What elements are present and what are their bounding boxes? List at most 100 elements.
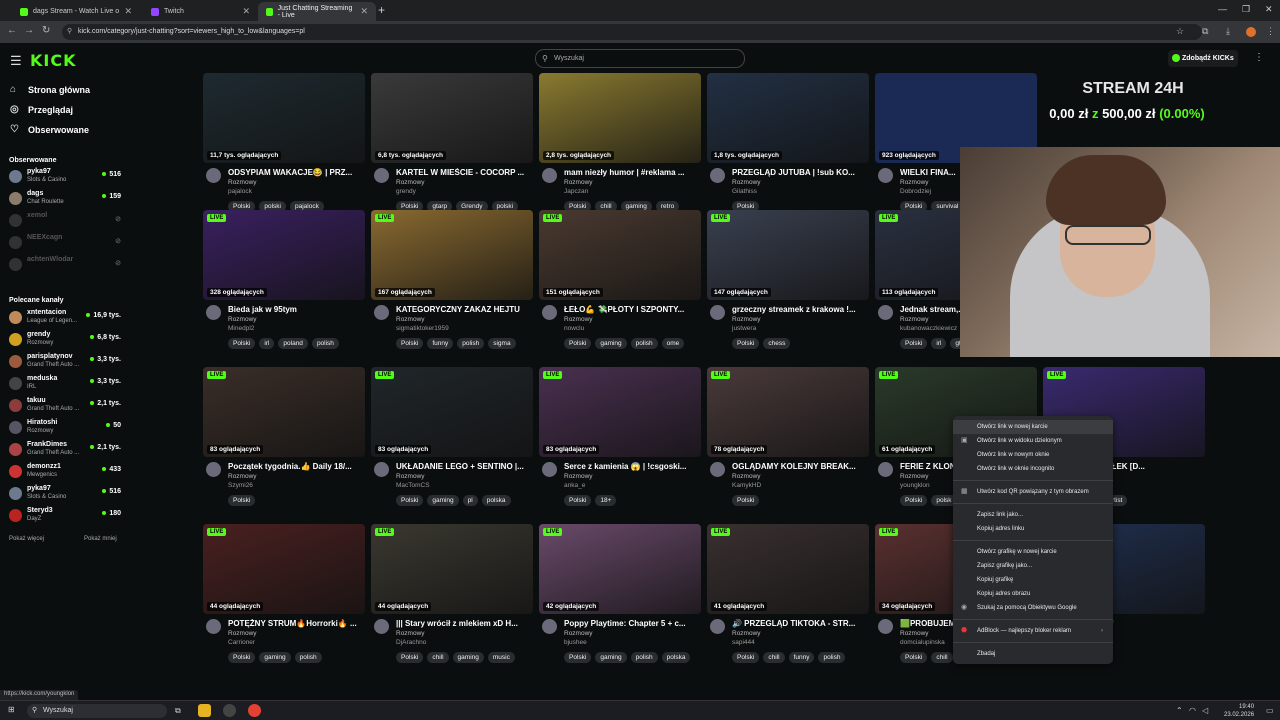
- volume-icon[interactable]: ◁: [1202, 706, 1208, 715]
- streamer-avatar[interactable]: [374, 619, 389, 634]
- stream-card[interactable]: LIVE 42 oglądających Poppy Playtime: Chapt…: [539, 524, 701, 674]
- context-menu-item[interactable]: Otwórz link w nowej karcie: [953, 420, 1113, 434]
- streamer-name[interactable]: MacTomCS: [396, 482, 430, 489]
- tag-chip[interactable]: gaming: [452, 652, 484, 663]
- stream-category[interactable]: Rozmowy: [564, 473, 593, 480]
- stream-category[interactable]: Rozmowy: [228, 316, 257, 323]
- task-view-icon[interactable]: ⧉: [175, 706, 181, 716]
- stream-category[interactable]: Rozmowy: [396, 473, 425, 480]
- stream-category[interactable]: Rozmowy: [900, 316, 929, 323]
- streamer-avatar[interactable]: [374, 305, 389, 320]
- sidebar-channel[interactable]: demonzz1 Mewgenics 433: [9, 462, 121, 482]
- clock[interactable]: 19:40 23.02.2026: [1224, 703, 1254, 719]
- extensions-icon[interactable]: ⧉: [1202, 26, 1208, 37]
- stream-title[interactable]: ||| Stary wrócił z mlekiem xD H...: [396, 619, 531, 628]
- tag-chip[interactable]: polish: [630, 652, 658, 663]
- context-menu-item[interactable]: Zapisz link jako...: [953, 508, 1113, 522]
- sidebar-channel[interactable]: achtenWlodar ⊘: [9, 255, 121, 275]
- address-bar[interactable]: ⚲ kick.com/category/just-chatting?sort=v…: [62, 24, 1202, 40]
- tag-chip[interactable]: gaming: [595, 652, 627, 663]
- stream-card[interactable]: LIVE 41 oglądających 🔊 PRZEGLĄD TIKTOKA - …: [707, 524, 869, 674]
- stream-thumbnail[interactable]: LIVE 44 oglądających: [203, 524, 365, 614]
- stream-title[interactable]: Poppy Playtime: Chapter 5 + c...: [564, 619, 699, 628]
- stream-category[interactable]: Rozmowy: [900, 473, 929, 480]
- stream-category[interactable]: Rozmowy: [732, 316, 761, 323]
- streamer-name[interactable]: Japczan: [564, 188, 588, 195]
- streamer-avatar[interactable]: [710, 305, 725, 320]
- tag-chip[interactable]: Polski: [564, 338, 592, 349]
- context-menu-item[interactable]: Kopiuj adres linku: [953, 522, 1113, 536]
- stream-title[interactable]: PRZEGLĄD JUTUBA | !sub KO...: [732, 168, 867, 177]
- sidebar-channel[interactable]: dags Chat Roulette 159: [9, 189, 121, 209]
- streamer-name[interactable]: bjushee: [564, 639, 587, 646]
- tag-chip[interactable]: Polski: [564, 495, 592, 506]
- stream-thumbnail[interactable]: LIVE 78 oglądających: [707, 367, 869, 457]
- stream-category[interactable]: Rozmowy: [732, 179, 761, 186]
- stream-thumbnail[interactable]: LIVE 328 oglądających: [203, 210, 365, 300]
- sidebar-channel[interactable]: pyka97 Slots & Casino 516: [9, 484, 121, 504]
- tag-chip[interactable]: Polski: [228, 495, 256, 506]
- stream-category[interactable]: Rozmowy: [900, 179, 929, 186]
- stream-thumbnail[interactable]: 6,8 tys. oglądających: [371, 73, 533, 163]
- bookmark-star-icon[interactable]: ☆: [1176, 26, 1184, 37]
- stream-category[interactable]: Rozmowy: [396, 316, 425, 323]
- tab-close-icon[interactable]: ✕: [124, 6, 132, 17]
- tag-chip[interactable]: chill: [763, 652, 785, 663]
- streamer-avatar[interactable]: [374, 462, 389, 477]
- tag-chip[interactable]: ome: [661, 338, 685, 349]
- close-window-icon[interactable]: ✕: [1265, 4, 1273, 15]
- tray-chevron-icon[interactable]: ⌃: [1176, 706, 1183, 715]
- tag-chip[interactable]: Polski: [732, 652, 760, 663]
- stream-thumbnail[interactable]: LIVE 167 oglądających: [371, 210, 533, 300]
- browser-menu-icon[interactable]: ⋮: [1266, 26, 1275, 37]
- tag-chip[interactable]: polish: [818, 652, 846, 663]
- stream-card[interactable]: LIVE 44 oglądających ||| Stary wrócił z ml…: [371, 524, 533, 674]
- tag-chip[interactable]: Polski: [228, 652, 256, 663]
- streamer-avatar[interactable]: [206, 462, 221, 477]
- tag-chip[interactable]: chess: [763, 338, 791, 349]
- context-menu-item[interactable]: Otwórz grafikę w nowej karcie: [953, 545, 1113, 559]
- streamer-name[interactable]: youngklon: [900, 482, 930, 489]
- stream-thumbnail[interactable]: LIVE 42 oglądających: [539, 524, 701, 614]
- tag-chip[interactable]: Polski: [564, 652, 592, 663]
- tag-chip[interactable]: polish: [311, 338, 339, 349]
- streamer-name[interactable]: Gilathiss: [732, 188, 757, 195]
- browser-tab[interactable]: Just Chatting Streaming - Live ✕: [258, 2, 376, 21]
- stream-card[interactable]: LIVE 78 oglądających OGLĄDAMY KOLEJNY BREA…: [707, 367, 869, 517]
- sidebar-channel[interactable]: parisplatynov Grand Theft Auto ... 3,3 tys…: [9, 352, 121, 372]
- sidebar-channel[interactable]: FrankDimes Grand Theft Auto ... 2,1 tys.: [9, 440, 121, 460]
- sidebar-channel[interactable]: NEEXcagn ⊘: [9, 233, 121, 253]
- tag-chip[interactable]: gaming: [427, 495, 459, 506]
- streamer-avatar[interactable]: [542, 462, 557, 477]
- tag-chip[interactable]: Polski: [900, 652, 928, 663]
- tag-chip[interactable]: irl: [259, 338, 275, 349]
- streamer-name[interactable]: sigmatiktoker1959: [396, 325, 449, 332]
- stream-card[interactable]: LIVE 83 oglądających Serce z kamienia 😱 | …: [539, 367, 701, 517]
- tag-chip[interactable]: gaming: [259, 652, 291, 663]
- search-input[interactable]: ⚲ Wyszukaj: [535, 49, 745, 68]
- notifications-icon[interactable]: ▭: [1266, 706, 1274, 715]
- stream-card[interactable]: LIVE 167 oglądających KATEGORYCZNY ZAKAZ H…: [371, 210, 533, 360]
- streamer-name[interactable]: Carrioner: [228, 639, 255, 646]
- stream-category[interactable]: Rozmowy: [564, 316, 593, 323]
- stream-card[interactable]: LIVE 44 oglądających POTĘŻNY STRUM🔥Horrork…: [203, 524, 365, 674]
- tag-chip[interactable]: sigma: [488, 338, 516, 349]
- tag-chip[interactable]: Polski: [396, 338, 424, 349]
- streamer-avatar[interactable]: [542, 168, 557, 183]
- streamer-name[interactable]: grendy: [396, 188, 416, 195]
- tag-chip[interactable]: Polski: [228, 338, 256, 349]
- tag-chip[interactable]: Polski: [396, 495, 424, 506]
- chrome-icon[interactable]: [248, 704, 261, 717]
- nav-item[interactable]: ♡ Obserwowane: [10, 124, 89, 135]
- stream-title[interactable]: KARTEL W MIEŚCIE - COCORP ...: [396, 168, 531, 177]
- streamer-avatar[interactable]: [374, 168, 389, 183]
- tag-chip[interactable]: irl: [931, 338, 947, 349]
- stream-card[interactable]: 1,8 tys. oglądających PRZEGLĄD JUTUBA | !…: [707, 73, 869, 223]
- stream-card[interactable]: LIVE 83 oglądających UKŁADANIE LEGO + SENT…: [371, 367, 533, 517]
- streamer-name[interactable]: justwera: [732, 325, 756, 332]
- tag-chip[interactable]: polska: [481, 495, 511, 506]
- stream-thumbnail[interactable]: 11,7 tys. oglądających: [203, 73, 365, 163]
- streamer-avatar[interactable]: [710, 168, 725, 183]
- stream-card[interactable]: LIVE 328 oglądających Bieda jak w 95tym Roz…: [203, 210, 365, 360]
- streamer-name[interactable]: Dobrodziej: [900, 188, 931, 195]
